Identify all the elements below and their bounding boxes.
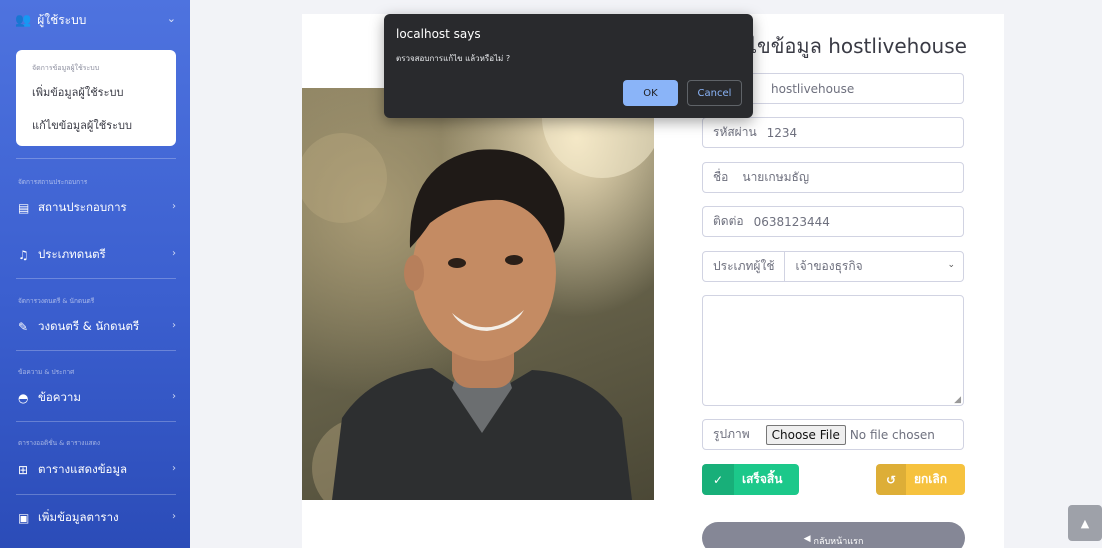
dialog-message: ตรวจสอบการแก้ไข แล้วหรือไม่ ? [396, 54, 511, 63]
sidebar-item-label: ผู้ใช้ระบบ [37, 12, 87, 27]
user-type-label: ประเภทผู้ใช้ [713, 259, 775, 273]
store-icon: ▤ [18, 201, 30, 215]
sidebar-heading: ตารางออดิชั่น & ตารางแสดง [18, 439, 101, 447]
music-icon: ♫ [18, 248, 29, 262]
confirm-dialog: localhost says ตรวจสอบการแก้ไข แล้วหรือไ… [384, 14, 753, 118]
chevron-up-icon: ▲ [1080, 516, 1090, 530]
sidebar-item-users[interactable]: 👥 ผู้ใช้ระบบ ⌄ [0, 0, 190, 40]
sidebar-item-music-type[interactable]: ♫ ประเภทดนตรี › [18, 245, 178, 265]
sidebar-divider [16, 421, 176, 422]
sidebar-item-bands[interactable]: ✎ วงดนตรี & นักดนตรี › [18, 317, 178, 337]
username-value: hostlivehouse [771, 81, 855, 96]
guitar-icon: ✎ [18, 320, 29, 334]
sidebar-divider [16, 350, 176, 351]
sidebar-heading: ข้อความ & ประกาศ [18, 368, 75, 376]
sidebar-item-messages[interactable]: ◓ ข้อความ › [18, 388, 178, 408]
password-label: รหัสผ่าน [713, 125, 757, 139]
contact-field[interactable]: ติดต่อ 0638123444 [702, 206, 964, 237]
cancel-button[interactable]: ↺ ยกเลิก [876, 464, 965, 495]
profile-photo [302, 88, 654, 500]
image-label: รูปภาพ [713, 427, 750, 441]
chevron-right-icon: › [172, 463, 176, 474]
details-textarea[interactable]: ◢ [702, 295, 964, 406]
no-file-text: No file chosen [849, 427, 935, 442]
sidebar-item-label: ข้อความ [38, 390, 81, 404]
sidebar: 👥 ผู้ใช้ระบบ ⌄ จัดการข้อมูลผู้ใช้ระบบ เพ… [0, 0, 190, 548]
table-icon: ⊞ [18, 463, 29, 477]
sidebar-item-label: ประเภทดนตรี [38, 247, 106, 261]
sidebar-heading: จัดการวงดนตรี & นักดนตรี [18, 297, 95, 305]
resize-grip-icon[interactable]: ◢ [954, 395, 961, 405]
sidebar-divider [16, 494, 176, 495]
sidebar-item-add-schedule[interactable]: ▣ เพิ่มข้อมูลตาราง › [18, 508, 178, 528]
back-home-button[interactable]: ◀ กลับหน้าแรก [702, 522, 965, 548]
cancel-label: ยกเลิก [914, 472, 948, 486]
contact-label: ติดต่อ [713, 214, 744, 228]
add-table-icon: ▣ [18, 511, 30, 525]
sidebar-divider [16, 158, 176, 159]
sidebar-divider [16, 278, 176, 279]
password-field[interactable]: รหัสผ่าน 1234 [702, 117, 964, 148]
back-home-label: กลับหน้าแรก [813, 537, 864, 547]
chevron-down-icon: ⌄ [166, 12, 176, 25]
contact-value: 0638123444 [753, 214, 830, 229]
choose-file-button[interactable]: Choose File [765, 424, 846, 445]
sidebar-item-label: เพิ่มข้อมูลตาราง [38, 510, 119, 524]
page-title: ไขข้อมูล hostlivehouse [747, 34, 967, 58]
password-value: 1234 [766, 125, 798, 140]
chevron-right-icon: › [172, 391, 176, 402]
name-field[interactable]: ชื่อ นายเกษมธัญ [702, 162, 964, 193]
chevron-right-icon: › [172, 201, 176, 212]
submenu-item-add-user[interactable]: เพิ่มข้อมูลผู้ใช้ระบบ [32, 83, 176, 101]
name-value: นายเกษมธัญ [742, 170, 810, 184]
sidebar-item-label: วงดนตรี & นักดนตรี [38, 319, 140, 333]
sidebar-item-label: ตารางแสดงข้อมูล [38, 462, 128, 476]
sidebar-item-venue[interactable]: ▤ สถานประกอบการ › [18, 198, 178, 218]
check-icon: ✓ [702, 464, 734, 495]
sidebar-heading: จัดการสถานประกอบการ [18, 178, 88, 186]
arrow-circle-left-icon: ◀ [803, 534, 811, 544]
submenu-header: จัดการข้อมูลผู้ใช้ระบบ [32, 64, 100, 72]
users-cog-icon: 👥 [15, 12, 32, 28]
chevron-right-icon: › [172, 320, 176, 331]
undo-icon: ↺ [876, 464, 906, 495]
chevron-down-icon: ⌄ [947, 260, 955, 270]
users-submenu: จัดการข้อมูลผู้ใช้ระบบ เพิ่มข้อมูลผู้ใช้… [16, 50, 176, 146]
name-label: ชื่อ [713, 170, 729, 184]
user-type-select[interactable]: ประเภทผู้ใช้ เจ้าของธุรกิจ ⌄ [702, 251, 964, 282]
scroll-top-button[interactable]: ▲ [1068, 505, 1102, 541]
sidebar-item-schedule[interactable]: ⊞ ตารางแสดงข้อมูล › [18, 460, 178, 480]
dialog-cancel-button[interactable]: Cancel [687, 80, 742, 106]
submit-button[interactable]: ✓ เสร็จสิ้น [702, 464, 799, 495]
user-type-value: เจ้าของธุรกิจ [784, 251, 863, 282]
dialog-ok-button[interactable]: OK [623, 80, 678, 106]
sidebar-item-label: สถานประกอบการ [38, 200, 127, 214]
chevron-right-icon: › [172, 248, 176, 259]
message-icon: ◓ [18, 391, 29, 405]
dialog-title: localhost says [396, 27, 481, 41]
chevron-right-icon: › [172, 511, 176, 522]
submit-label: เสร็จสิ้น [742, 472, 783, 486]
image-upload-field: รูปภาพ Choose File No file chosen [702, 419, 964, 450]
submenu-item-edit-user[interactable]: แก้ไขข้อมูลผู้ใช้ระบบ [32, 116, 176, 134]
